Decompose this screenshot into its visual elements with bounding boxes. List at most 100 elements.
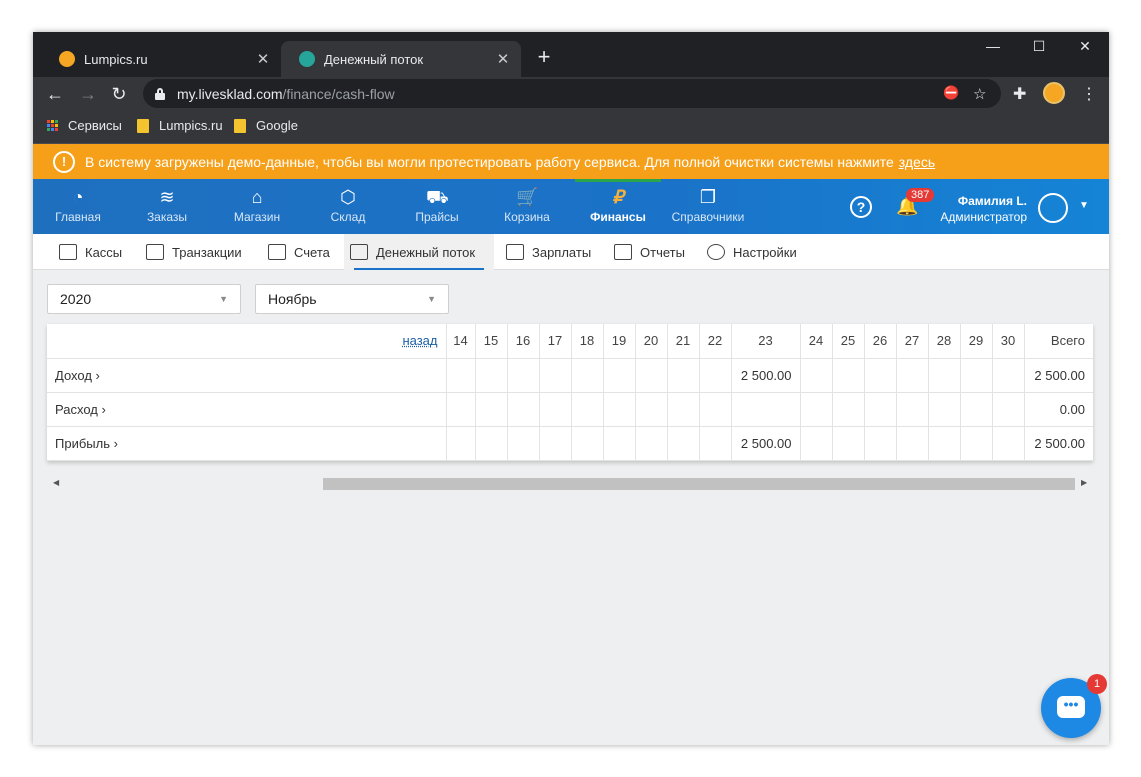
day-value: 2 500.00 (731, 358, 801, 393)
tab-close-icon[interactable]: ✕ (255, 50, 271, 68)
nav-label: Склад (330, 210, 366, 224)
demo-data-banner: ! В систему загружены демо-данные, чтобы… (33, 144, 1109, 179)
tab-lumpics[interactable]: Lumpics.ru ✕ (41, 41, 281, 77)
row-total: 2 500.00 (1024, 358, 1093, 393)
url-text: my.livesklad.com/finance/cash-flow (177, 85, 395, 102)
nav-label: Главная (55, 210, 101, 224)
tab-cash-flow[interactable]: Денежный поток ✕ (281, 41, 521, 77)
day-value: 2 500.00 (731, 426, 801, 461)
back-link-cell: назад (47, 324, 447, 359)
month-value: Ноябрь (268, 291, 317, 307)
address-bar[interactable]: my.livesklad.com/finance/cash-flow ⛔ ☆ (143, 79, 1001, 108)
nav-home[interactable]: ◔ Главная (43, 187, 113, 224)
cart-icon: 🛒 (516, 187, 539, 207)
user-info[interactable]: Фамилия L. Администратор (937, 194, 1027, 224)
user-gear-icon[interactable] (1038, 193, 1068, 223)
orders-icon: ≋ (159, 187, 175, 207)
tab-title: Lumpics.ru (84, 51, 148, 67)
nav-prices[interactable]: ⛟ Прайсы (402, 187, 472, 224)
new-tab-button[interactable]: + (533, 46, 555, 68)
help-icon[interactable]: ? (850, 196, 872, 218)
wallet-icon (506, 244, 524, 260)
site-permission-icon[interactable]: ⛔ (943, 85, 959, 101)
scroll-thumb[interactable] (323, 478, 1075, 490)
shopping-bag-icon: ⌂ (251, 187, 263, 207)
scroll-left-icon[interactable]: ◀ (53, 478, 59, 487)
nav-references[interactable]: ❐ Справочники (665, 187, 751, 224)
chevron-right-icon: › (95, 367, 100, 383)
reload-button[interactable]: ↻ (107, 82, 131, 106)
subnav-label: Транзакции (172, 244, 242, 260)
bookmark-google[interactable]: Google (234, 118, 298, 133)
table-row-income[interactable]: Доход › 2 500.00 2 500.00 (47, 358, 1093, 393)
ruble-icon: ₽ (612, 187, 624, 207)
forward-button[interactable]: → (76, 82, 100, 106)
day-header: 27 (896, 324, 929, 359)
apps-grid-icon (47, 120, 58, 131)
nav-warehouse[interactable]: ⬡ Склад (313, 187, 383, 224)
minimize-button[interactable]: — (978, 38, 1008, 54)
chevron-down-icon[interactable]: ▼ (1079, 200, 1089, 211)
lock-icon[interactable] (155, 87, 165, 100)
subnav-invoices[interactable]: Счета (262, 234, 336, 270)
day-header: 19 (603, 324, 636, 359)
back-button[interactable]: ← (43, 82, 67, 106)
day-header: 28 (928, 324, 961, 359)
subnav-cash-desks[interactable]: Кассы (53, 234, 128, 270)
bookmarks-bar: Сервисы Lumpics.ru Google (33, 110, 1109, 144)
extensions-icon[interactable]: ✚ (1013, 84, 1026, 104)
day-header: 23 (731, 324, 801, 359)
browser-window: Lumpics.ru ✕ Денежный поток ✕ + — ☐ ✕ ← … (33, 32, 1109, 745)
subnav-reports[interactable]: Отчеты (608, 234, 691, 270)
row-label[interactable]: Доход › (47, 358, 447, 393)
chat-unread-badge: 1 (1087, 674, 1107, 694)
subnav-label: Кассы (85, 244, 123, 260)
tab-close-icon[interactable]: ✕ (495, 50, 511, 68)
nav-label: Прайсы (415, 210, 459, 224)
row-label[interactable]: Расход › (47, 392, 447, 427)
chat-button[interactable]: ••• 1 (1041, 674, 1107, 738)
document-icon (614, 244, 632, 260)
subnav-label: Зарплаты (532, 244, 592, 260)
scroll-right-icon[interactable]: ▶ (1081, 478, 1087, 487)
nav-shop[interactable]: ⌂ Магазин (222, 187, 292, 224)
browser-toolbar: ← → ↻ my.livesklad.com/finance/cash-flow… (33, 77, 1109, 110)
bookmark-star-icon[interactable]: ☆ (973, 85, 986, 103)
back-link[interactable]: назад (402, 333, 437, 348)
subnav-settings[interactable]: Настройки (701, 234, 803, 270)
table-row-expense[interactable]: Расход › 0.00 (47, 392, 1093, 427)
row-label[interactable]: Прибыль › (47, 426, 447, 461)
year-select[interactable]: 2020 ▼ (47, 284, 241, 314)
nav-finance[interactable]: ₽ Финансы (583, 187, 653, 224)
menu-icon[interactable]: ⋮ (1081, 84, 1097, 104)
day-header: 15 (475, 324, 508, 359)
subnav-cash-flow[interactable]: Денежный поток (344, 234, 494, 270)
table-row-profit[interactable]: Прибыль › 2 500.00 2 500.00 (47, 426, 1093, 461)
table-header-row: назад 14 15 16 17 18 19 20 21 22 23 24 2… (47, 324, 1093, 359)
close-window-button[interactable]: ✕ (1070, 38, 1100, 55)
day-header: 21 (667, 324, 700, 359)
cash-flow-table: назад 14 15 16 17 18 19 20 21 22 23 24 2… (47, 324, 1093, 461)
day-header: 16 (507, 324, 540, 359)
day-header: 20 (635, 324, 668, 359)
chevron-right-icon: › (101, 401, 106, 417)
month-select[interactable]: Ноябрь ▼ (255, 284, 449, 314)
nav-label: Справочники (671, 210, 745, 224)
subnav-salaries[interactable]: Зарплаты (500, 234, 597, 270)
subnav-label: Счета (294, 244, 330, 260)
clear-demo-link[interactable]: здесь (899, 154, 935, 170)
bookmark-lumpics[interactable]: Lumpics.ru (137, 118, 223, 133)
bookmark-services[interactable]: Сервисы (47, 118, 122, 133)
user-name: Фамилия L. (957, 194, 1027, 208)
horizontal-scrollbar[interactable]: ◀ ▶ (47, 474, 1093, 494)
bookmark-label: Lumpics.ru (159, 118, 223, 133)
profile-avatar[interactable] (1043, 82, 1065, 104)
maximize-button[interactable]: ☐ (1024, 38, 1054, 55)
nav-orders[interactable]: ≋ Заказы (132, 187, 202, 224)
box-icon: ⬡ (340, 187, 356, 207)
nav-cart[interactable]: 🛒 Корзина (492, 187, 562, 224)
bar-chart-icon (350, 244, 368, 260)
subnav-transactions[interactable]: Транзакции (140, 234, 248, 270)
day-header: 24 (800, 324, 833, 359)
main-navigation: ◔ Главная ≋ Заказы ⌂ Магазин ⬡ Склад ⛟ П… (33, 179, 1109, 234)
